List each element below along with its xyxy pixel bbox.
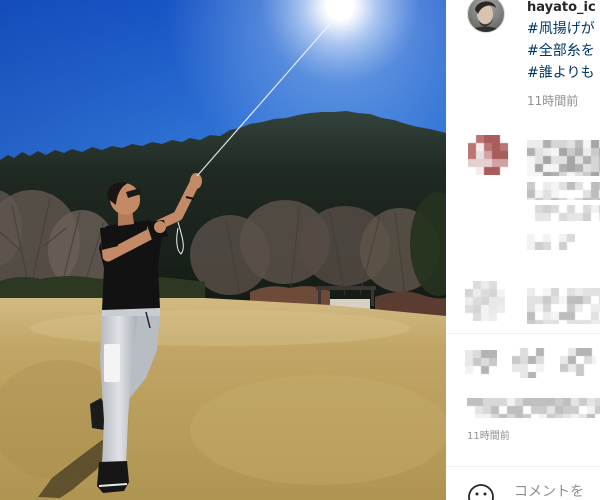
- comment-icon[interactable]: [512, 348, 546, 378]
- profile-avatar[interactable]: [466, 0, 506, 34]
- blurred-commenter-avatar[interactable]: [468, 135, 508, 175]
- blurred-comment-text: [527, 182, 600, 200]
- blurred-comment-text: [527, 140, 600, 176]
- heart-icon[interactable]: [465, 350, 497, 376]
- caption: #凧揚げが #全部糸を #誰よりも: [527, 18, 600, 84]
- hashtag-link[interactable]: #全部糸を: [527, 40, 600, 62]
- divider: [446, 333, 600, 334]
- post-timestamp: 11時間前: [467, 431, 510, 442]
- hashtag-link[interactable]: #誰よりも: [527, 62, 600, 84]
- caption-timestamp: 11時間前: [527, 94, 579, 108]
- blurred-comment-text: [527, 205, 600, 221]
- smiley-icon[interactable]: [467, 483, 495, 500]
- username-link[interactable]: hayato_ic: [527, 0, 596, 16]
- post-sidebar: hayato_ic #凧揚げが #全部糸を #誰よりも 11時間前 11時間前: [446, 0, 600, 500]
- blurred-likes-count[interactable]: [467, 398, 600, 418]
- blurred-comment-text: [527, 288, 600, 324]
- blurred-commenter-avatar[interactable]: [465, 281, 505, 321]
- hashtag-link[interactable]: #凧揚げが: [527, 18, 600, 40]
- post-photo: [0, 0, 446, 500]
- blurred-comment-meta: [527, 234, 575, 250]
- divider: [446, 466, 600, 467]
- comment-input[interactable]: [514, 484, 600, 500]
- share-icon[interactable]: [560, 348, 596, 376]
